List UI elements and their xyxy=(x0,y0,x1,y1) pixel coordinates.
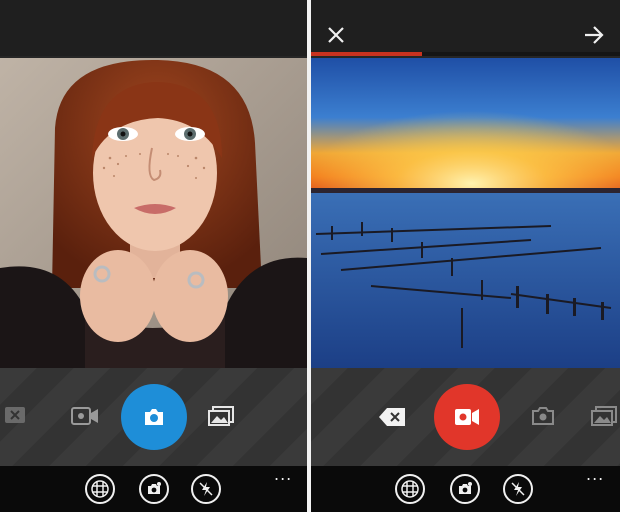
photo-mode-screen: ... xyxy=(0,0,307,512)
video-record-button[interactable] xyxy=(434,384,500,450)
recording-progress-fill xyxy=(311,52,423,56)
close-icon[interactable] xyxy=(325,24,347,46)
gallery-icon[interactable] xyxy=(206,404,236,428)
arrow-right-icon[interactable] xyxy=(582,24,606,46)
portrait-photo xyxy=(0,58,307,368)
flash-off-icon xyxy=(511,482,525,496)
gallery-icon[interactable] xyxy=(589,404,619,428)
flash-off-button[interactable] xyxy=(503,474,533,504)
recording-progress-bar xyxy=(311,52,620,56)
camera-viewfinder-sunset[interactable] xyxy=(311,58,620,368)
delete-icon[interactable] xyxy=(2,402,28,428)
backspace-icon[interactable] xyxy=(377,406,407,428)
top-bar xyxy=(311,0,620,56)
video-record-icon xyxy=(455,409,479,425)
photo-shutter-button[interactable] xyxy=(121,384,187,450)
effects-button[interactable] xyxy=(139,474,169,504)
grid-icon xyxy=(401,480,419,498)
camera-viewfinder-portrait[interactable] xyxy=(0,58,307,368)
top-bar xyxy=(0,0,307,56)
effects-icon xyxy=(148,482,161,494)
grid-button[interactable] xyxy=(85,474,115,504)
flash-off-icon xyxy=(199,482,213,496)
effects-icon xyxy=(459,482,472,494)
more-options-button[interactable]: ... xyxy=(274,467,292,483)
grid-button[interactable] xyxy=(395,474,425,504)
camera-icon[interactable] xyxy=(529,404,557,428)
camera-icon xyxy=(145,409,163,425)
video-camera-icon[interactable] xyxy=(70,404,100,428)
sunset-photo xyxy=(311,58,620,368)
effects-button[interactable] xyxy=(450,474,480,504)
video-mode-screen: ... xyxy=(311,0,620,512)
flash-off-button[interactable] xyxy=(191,474,221,504)
grid-icon xyxy=(91,480,109,498)
more-options-button[interactable]: ... xyxy=(586,467,604,483)
